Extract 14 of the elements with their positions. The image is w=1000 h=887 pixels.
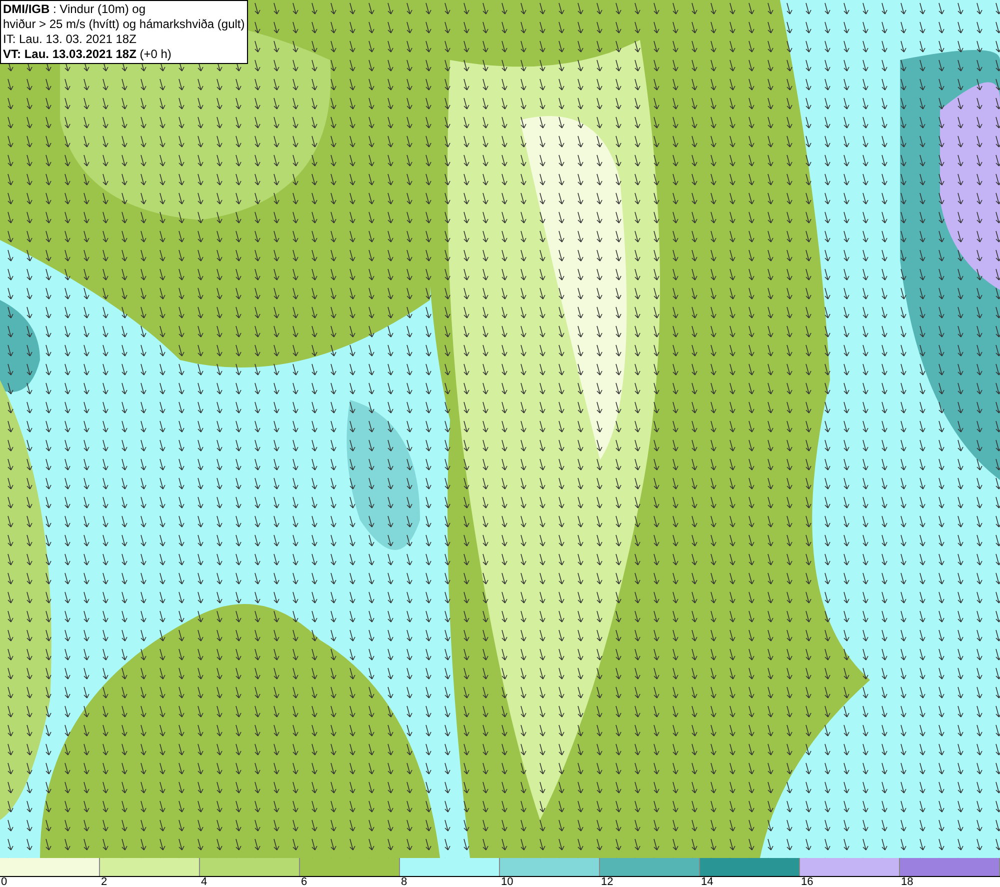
legend-label: 2 <box>100 876 108 887</box>
legend-label: 16 <box>800 876 814 887</box>
legend-label: 10 <box>500 876 514 887</box>
header-line: IT: Lau. 13. 03. 2021 18Z <box>3 32 138 47</box>
header-line: hviður > 25 m/s (hvítt) og hámarkshviða (gult) <box>3 17 245 32</box>
legend-label: 12 <box>600 876 614 887</box>
legend-label: 8 <box>400 876 408 887</box>
legend-label: 4 <box>200 876 208 887</box>
header-line: VT: Lau. 13.03.2021 18Z (+0 h) <box>3 47 172 62</box>
legend-label: 6 <box>300 876 308 887</box>
header-line: DMI/IGB : Vindur (10m) og <box>3 2 146 17</box>
legend-label: 0 <box>0 876 8 887</box>
legend-label: 14 <box>700 876 714 887</box>
legend-label: 18 <box>900 876 914 887</box>
